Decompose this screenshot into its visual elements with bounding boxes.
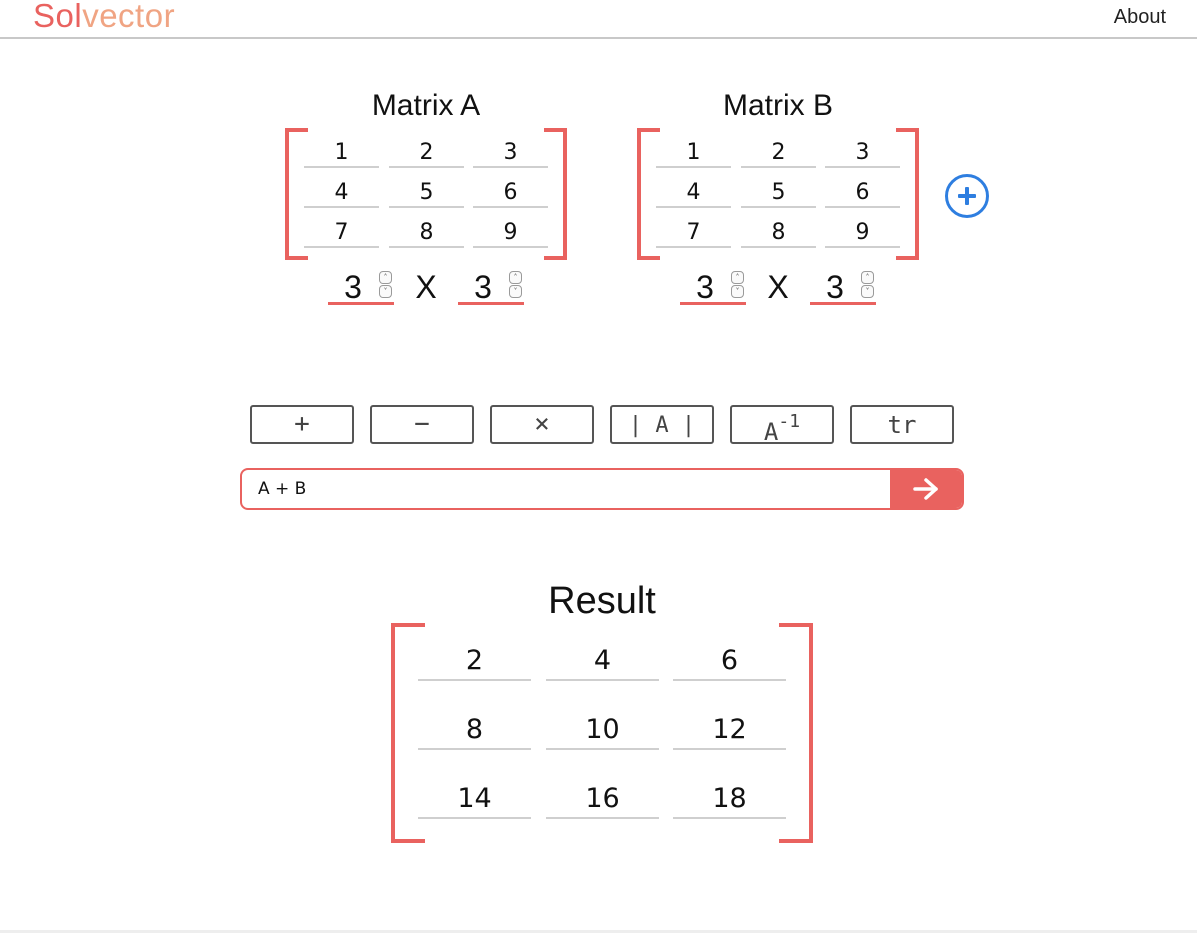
minus-icon: −	[414, 409, 430, 439]
matrix-a-cols-input[interactable]: 3 ˄ ˅	[458, 269, 524, 305]
matrix-b-times-label: X	[767, 269, 789, 305]
matrix-b-cell-1-1[interactable]: 1	[656, 138, 731, 168]
matrix-a-cell-1-2[interactable]: 2	[389, 138, 464, 168]
chevron-down-icon[interactable]: ˅	[379, 285, 392, 298]
top-bar: Solvector About	[0, 0, 1197, 39]
expression-bar	[240, 468, 964, 510]
inverse-exponent: -1	[778, 411, 801, 432]
matrix-a-panel: Matrix A 1 2 3 4 5 6 7 8 9 3 ˄ ˅ X 3 ˄ ˅	[285, 89, 567, 315]
matrix-a-times-label: X	[415, 269, 437, 305]
matrix-a-cell-3-1[interactable]: 7	[304, 218, 379, 248]
logo-part-vector: vector	[82, 0, 176, 34]
matrix-b-cell-3-1[interactable]: 7	[656, 218, 731, 248]
chevron-down-icon[interactable]: ˅	[509, 285, 522, 298]
matrix-b-cell-1-3[interactable]: 3	[825, 138, 900, 168]
plus-circle-icon[interactable]	[945, 174, 989, 218]
add-operation-button[interactable]: +	[250, 405, 354, 444]
determinant-icon: | A |	[628, 413, 696, 438]
matrix-b-cell-2-2[interactable]: 5	[741, 178, 816, 208]
result-cell-3-3: 18	[673, 779, 786, 819]
matrix-b-cell-3-3[interactable]: 9	[825, 218, 900, 248]
chevron-up-icon[interactable]: ˄	[731, 271, 744, 284]
determinant-operation-button[interactable]: | A |	[610, 405, 714, 444]
arrow-right-icon	[913, 478, 938, 500]
matrix-b-title: Matrix B	[722, 89, 833, 122]
multiply-icon: ×	[534, 409, 550, 439]
matrix-a-cell-2-2[interactable]: 5	[389, 178, 464, 208]
matrix-a-cell-3-3[interactable]: 9	[473, 218, 548, 248]
result-cell-3-1: 14	[418, 779, 531, 819]
result-cell-2-2: 10	[546, 710, 659, 750]
matrix-a-cell-1-3[interactable]: 3	[473, 138, 548, 168]
trace-icon: tr	[887, 411, 917, 439]
matrix-b-cols-spinner[interactable]: ˄ ˅	[861, 271, 874, 299]
result-cell-3-2: 16	[546, 779, 659, 819]
compute-button[interactable]	[890, 470, 962, 508]
matrix-b-cols-input[interactable]: 3 ˄ ˅	[810, 269, 876, 305]
plus-icon: +	[294, 409, 310, 439]
inverse-icon: A-1	[763, 411, 800, 446]
chevron-down-icon[interactable]: ˅	[731, 285, 744, 298]
result-cell-1-3: 6	[673, 641, 786, 681]
logo[interactable]: Solvector	[33, 0, 175, 35]
matrix-b-rows-value: 3	[696, 269, 714, 305]
result-cell-1-2: 4	[546, 641, 659, 681]
matrix-b-rows-spinner[interactable]: ˄ ˅	[731, 271, 744, 299]
matrix-a-rows-spinner[interactable]: ˄ ˅	[379, 271, 392, 299]
matrix-b-cell-3-2[interactable]: 8	[741, 218, 816, 248]
multiply-operation-button[interactable]: ×	[490, 405, 594, 444]
chevron-up-icon[interactable]: ˄	[379, 271, 392, 284]
matrix-a-cell-2-3[interactable]: 6	[473, 178, 548, 208]
trace-operation-button[interactable]: tr	[850, 405, 954, 444]
matrix-b-rows-input[interactable]: 3 ˄ ˅	[680, 269, 746, 305]
matrix-a-rows-input[interactable]: 3 ˄ ˅	[328, 269, 394, 305]
inverse-operation-button[interactable]: A-1	[730, 405, 834, 446]
chevron-up-icon[interactable]: ˄	[509, 271, 522, 284]
result-cell-2-1: 8	[418, 710, 531, 750]
matrix-b-cols-value: 3	[826, 269, 844, 305]
matrix-a-cols-value: 3	[474, 269, 492, 305]
chevron-up-icon[interactable]: ˄	[861, 271, 874, 284]
matrix-a-cell-3-2[interactable]: 8	[389, 218, 464, 248]
result-cell-2-3: 12	[673, 710, 786, 750]
inverse-base: A	[763, 418, 779, 446]
about-link[interactable]: About	[1114, 6, 1166, 29]
matrix-b-cell-2-1[interactable]: 4	[656, 178, 731, 208]
logo-part-sol: Sol	[33, 0, 83, 34]
subtract-operation-button[interactable]: −	[370, 405, 474, 444]
result-cell-1-1: 2	[418, 641, 531, 681]
matrix-a-cell-1-1[interactable]: 1	[304, 138, 379, 168]
matrix-a-title: Matrix A	[371, 89, 481, 122]
matrix-a-rows-value: 3	[344, 269, 362, 305]
result-title: Result	[548, 580, 656, 622]
expression-input[interactable]	[242, 470, 892, 508]
matrix-a-cell-2-1[interactable]: 4	[304, 178, 379, 208]
matrix-b-cell-1-2[interactable]: 2	[741, 138, 816, 168]
matrix-b-panel: Matrix B 1 2 3 4 5 6 7 8 9 3 ˄ ˅ X 3 ˄ ˅	[637, 89, 919, 315]
matrix-b-cell-2-3[interactable]: 6	[825, 178, 900, 208]
chevron-down-icon[interactable]: ˅	[861, 285, 874, 298]
matrix-a-cols-spinner[interactable]: ˄ ˅	[509, 271, 522, 299]
